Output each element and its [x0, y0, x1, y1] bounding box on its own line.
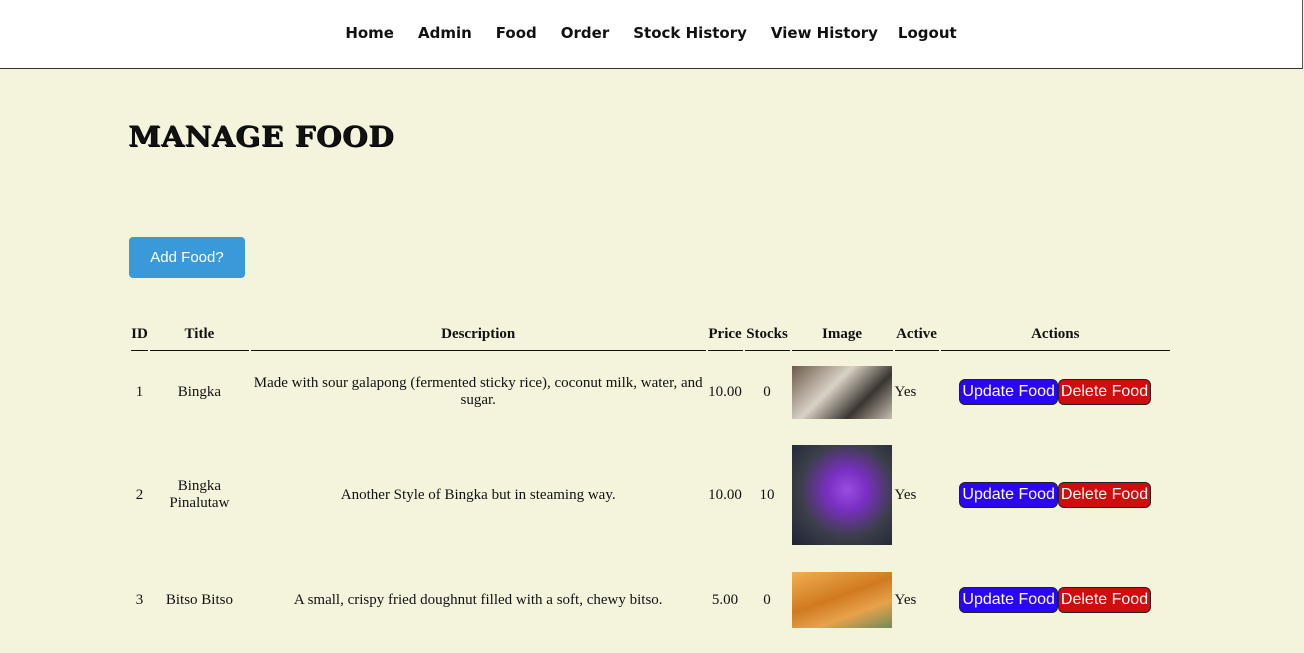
cell-actions: Update Food Delete Food [941, 557, 1171, 643]
update-food-button[interactable]: Update Food [959, 379, 1058, 405]
header-title: Title [149, 318, 249, 351]
cell-stocks: 0 [763, 383, 771, 400]
table-header-row: ID Title Description Price Stocks Image … [131, 318, 1170, 351]
header-actions: Actions [940, 318, 1170, 351]
header-id: ID [131, 318, 148, 351]
food-image [791, 445, 892, 545]
nav-home-link[interactable]: Home [345, 24, 394, 42]
food-table: ID Title Description Price Stocks Image … [129, 318, 1172, 643]
nav-logout-link[interactable]: Logout [898, 24, 957, 42]
cell-stocks: 10 [759, 486, 775, 503]
header-price: Price [707, 318, 743, 351]
nav-admin-link[interactable]: Admin [418, 24, 472, 42]
nav-links: Home Admin Food Order Stock History View… [0, 24, 1302, 42]
cell-stocks: 0 [763, 591, 771, 608]
cell-image [791, 351, 893, 433]
cell-description: Made with sour galapong (fermented stick… [253, 375, 703, 408]
cell-description: A small, crispy fried doughnut filled wi… [293, 591, 663, 608]
cell-active: Yes [894, 486, 917, 503]
page-title: MANAGE FOOD [128, 120, 395, 153]
food-image [791, 572, 892, 628]
table-row: 3 Bitso Bitso A small, crispy fried doug… [131, 557, 1170, 643]
cell-title: Bitso Bitso [165, 591, 233, 608]
table-row: 2 Bingka Pinalutaw Another Style of Bing… [131, 433, 1170, 557]
nav-stock-history-link[interactable]: Stock History [633, 24, 747, 42]
update-food-button[interactable]: Update Food [959, 587, 1058, 613]
nav-food-link[interactable]: Food [496, 24, 537, 42]
delete-food-button[interactable]: Delete Food [1057, 379, 1152, 405]
cell-active: Yes [894, 383, 917, 400]
update-food-button[interactable]: Update Food [959, 482, 1058, 508]
add-food-button[interactable]: Add Food? [129, 237, 245, 278]
nav-order-link[interactable]: Order [561, 24, 609, 42]
cell-actions: Update Food Delete Food [941, 433, 1171, 557]
cell-title: Bingka [177, 383, 222, 400]
nav-view-history-link[interactable]: View History [771, 24, 878, 42]
header-description: Description [250, 318, 706, 351]
cell-price: 10.00 [708, 383, 742, 400]
top-navbar: Home Admin Food Order Stock History View… [0, 0, 1303, 69]
table-row: 1 Bingka Made with sour galapong (fermen… [131, 351, 1170, 433]
header-active: Active [894, 318, 939, 351]
cell-id: 1 [135, 383, 144, 400]
cell-price: 5.00 [711, 591, 739, 608]
header-image: Image [791, 318, 893, 351]
cell-id: 2 [135, 486, 144, 503]
cell-title: Bingka Pinalutaw [169, 478, 230, 511]
cell-active: Yes [894, 591, 917, 608]
cell-id: 3 [135, 591, 144, 608]
delete-food-button[interactable]: Delete Food [1057, 587, 1152, 613]
delete-food-button[interactable]: Delete Food [1057, 482, 1152, 508]
cell-image [791, 433, 893, 557]
header-stocks: Stocks [744, 318, 790, 351]
food-image [791, 365, 892, 419]
cell-image [791, 557, 893, 643]
cell-price: 10.00 [708, 486, 742, 503]
cell-description: Another Style of Bingka but in steaming … [340, 486, 616, 503]
cell-actions: Update Food Delete Food [941, 351, 1171, 433]
